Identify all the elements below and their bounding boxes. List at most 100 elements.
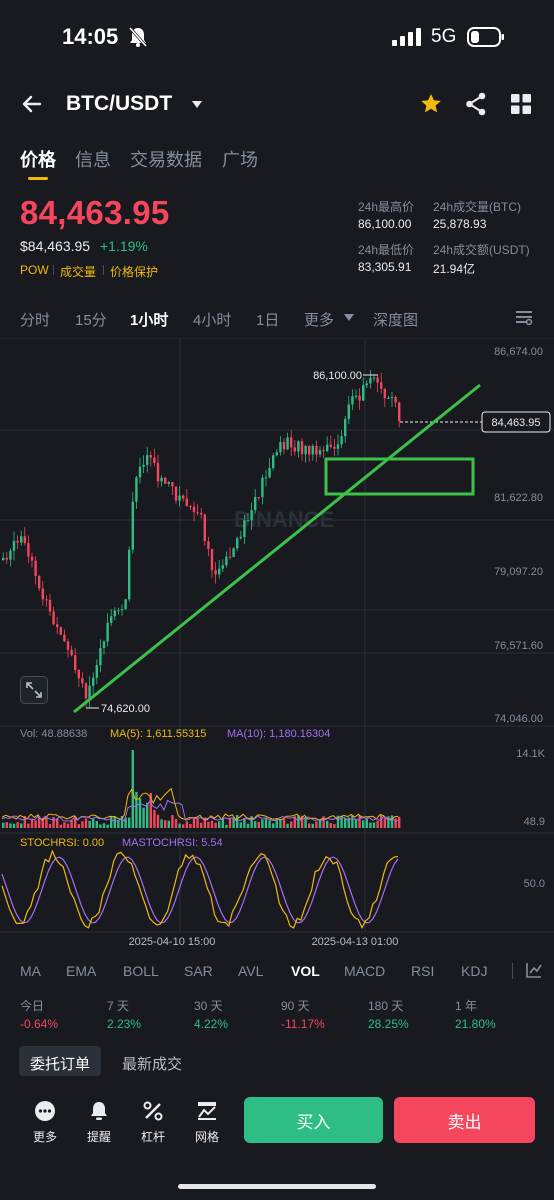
indicator-settings-icon[interactable] xyxy=(526,962,542,978)
trading-pair-title[interactable]: BTC/USDT xyxy=(66,92,172,116)
interval-more[interactable]: 更多 xyxy=(304,309,334,330)
candle-body xyxy=(329,444,332,447)
favorite-star-icon[interactable] xyxy=(419,92,443,116)
volume-bar xyxy=(380,815,383,828)
active-tab-indicator xyxy=(28,177,48,180)
trendline-drawing[interactable] xyxy=(73,383,481,714)
chart-settings-icon[interactable] xyxy=(515,309,533,325)
leverage-icon[interactable] xyxy=(142,1100,164,1122)
action-alert-label[interactable]: 提醒 xyxy=(87,1128,111,1145)
price-chart[interactable]: BINANCE 86,674.00 81,622.80 79,097.20 76… xyxy=(0,338,554,950)
more-dropdown-icon[interactable] xyxy=(344,314,354,322)
candle-body xyxy=(99,648,102,666)
indicator-ma[interactable]: MA xyxy=(20,963,41,979)
candle-body xyxy=(113,610,116,617)
candle-body xyxy=(92,677,95,686)
stat-vol-btc-value: 25,878.93 xyxy=(433,217,487,231)
candle-body xyxy=(59,627,62,635)
volume-bar xyxy=(142,807,145,828)
share-icon[interactable] xyxy=(465,92,487,116)
candle-body xyxy=(171,481,174,487)
candle-body xyxy=(153,457,156,463)
tag-volume[interactable]: 成交量 xyxy=(60,263,96,280)
candle-body xyxy=(257,497,260,499)
sell-button[interactable]: 卖出 xyxy=(394,1097,535,1143)
volume-bar xyxy=(164,820,167,828)
indicator-kdj[interactable]: KDJ xyxy=(461,963,487,979)
recent-trades-tab[interactable]: 最新成交 xyxy=(122,1053,182,1074)
candle-body xyxy=(275,452,278,456)
candle-body xyxy=(336,444,340,449)
tab-price[interactable]: 价格 xyxy=(20,146,56,172)
interval-depth[interactable]: 深度图 xyxy=(373,309,418,330)
volume-bar xyxy=(66,823,70,828)
candle-body xyxy=(30,556,34,561)
volume-bar xyxy=(268,820,271,828)
indicator-sar[interactable]: SAR xyxy=(184,963,213,979)
volume-bar xyxy=(250,816,253,828)
indicator-boll[interactable]: BOLL xyxy=(123,963,159,979)
candle-body xyxy=(214,570,217,575)
indicator-ema[interactable]: EMA xyxy=(66,963,96,979)
action-grid-label[interactable]: 网格 xyxy=(195,1128,219,1145)
volume-bar xyxy=(351,815,354,828)
perf-label-7d: 7 天 xyxy=(107,999,130,1013)
action-leverage-label[interactable]: 杠杆 xyxy=(141,1128,165,1145)
indicator-avl[interactable]: AVL xyxy=(238,963,263,979)
perf-label-1y: 1 年 xyxy=(455,999,478,1013)
volume-bar xyxy=(2,822,5,828)
more-dots-icon[interactable] xyxy=(34,1100,56,1122)
tab-trade-data[interactable]: 交易数据 xyxy=(130,146,202,172)
stat-high-label: 24h最高价 xyxy=(358,200,415,214)
interval-15m[interactable]: 15分 xyxy=(75,309,107,330)
pair-dropdown-icon[interactable] xyxy=(190,98,204,110)
volume-bar xyxy=(207,821,210,828)
rectangle-drawing[interactable] xyxy=(324,457,475,496)
candle-body xyxy=(142,464,145,467)
candle-body xyxy=(347,404,350,419)
candle-body xyxy=(149,455,152,458)
interval-timeline[interactable]: 分时 xyxy=(20,309,50,330)
status-bar: 14:05 5G xyxy=(0,0,554,74)
current-price-label: 84,463.95 xyxy=(492,417,541,429)
ma10-legend: MA(10): 1,180.16304 xyxy=(227,728,330,740)
volume-bar xyxy=(27,823,30,828)
action-more-label[interactable]: 更多 xyxy=(33,1128,57,1145)
bell-icon[interactable] xyxy=(88,1100,110,1122)
volume-bar xyxy=(182,824,185,828)
expand-icon xyxy=(26,682,42,698)
candle-body xyxy=(207,541,210,550)
tab-square[interactable]: 广场 xyxy=(222,146,258,172)
indicator-rsi[interactable]: RSI xyxy=(411,963,434,979)
candle-body xyxy=(48,599,52,612)
volume-bar xyxy=(178,823,181,828)
volume-bar xyxy=(376,820,379,828)
indicator-macd[interactable]: MACD xyxy=(344,963,385,979)
tag-pow[interactable]: POW xyxy=(20,263,49,277)
back-arrow-icon[interactable] xyxy=(20,92,44,116)
interval-1d[interactable]: 1日 xyxy=(256,309,279,330)
orders-tab-label[interactable]: 委托订单 xyxy=(30,1053,90,1074)
volume-bar xyxy=(225,824,228,828)
interval-1h[interactable]: 1小时 xyxy=(130,309,168,330)
volume-bar xyxy=(354,818,358,828)
grid-bot-icon[interactable] xyxy=(196,1100,218,1122)
candle-body xyxy=(81,678,84,684)
indicator-vol[interactable]: VOL xyxy=(291,963,320,979)
volume-bar xyxy=(59,824,62,828)
layout-grid-icon[interactable] xyxy=(511,94,531,114)
tag-divider xyxy=(103,265,104,275)
tag-price-protection[interactable]: 价格保护 xyxy=(110,263,158,280)
fullscreen-button[interactable] xyxy=(20,676,48,704)
price-axis-label: 76,571.60 xyxy=(494,640,543,652)
candle-body xyxy=(218,568,221,575)
interval-4h[interactable]: 4小时 xyxy=(193,309,231,330)
volume-bar xyxy=(171,815,174,828)
candle-body xyxy=(268,468,271,478)
volume-bar xyxy=(279,819,282,828)
candle-body xyxy=(138,466,142,478)
buy-button[interactable]: 买入 xyxy=(244,1097,383,1143)
candle-body xyxy=(74,655,77,670)
tab-info[interactable]: 信息 xyxy=(75,146,111,172)
volume-bar xyxy=(70,820,73,828)
